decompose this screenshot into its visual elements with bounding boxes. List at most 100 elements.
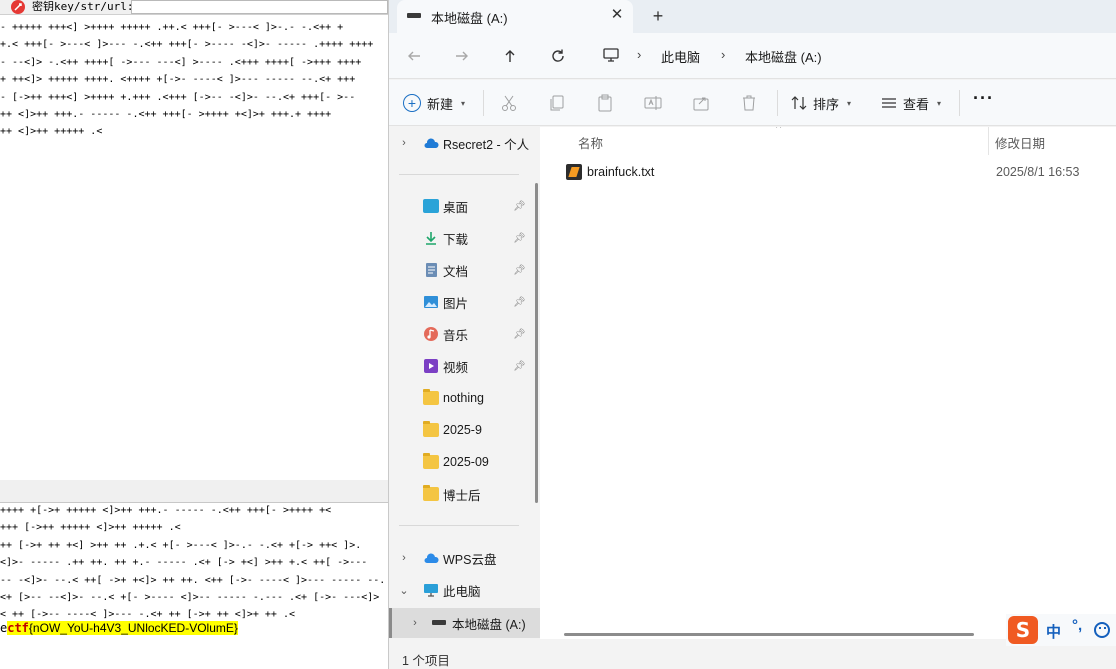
arrow-up-icon [505, 50, 515, 62]
nav-item-onedrive[interactable]: › Rsecret2 - 个人 [389, 129, 540, 157]
up-button[interactable] [497, 43, 523, 69]
sogou-logo-icon[interactable]: S [1008, 616, 1038, 644]
nav-item-label: 文档 [443, 264, 469, 279]
code-line: +.< +++[- >---< ]>--- -.<++ +++[- >---- … [0, 39, 374, 51]
file-date: 2025/8/1 16:53 [996, 165, 1080, 179]
drive-icon [407, 13, 421, 18]
pin-icon[interactable]: 📌︎ [513, 265, 526, 276]
code-output-top[interactable]: - +++++ +++<] >++++ +++++ .++.< +++[- >-… [0, 19, 388, 144]
refresh-button[interactable] [545, 43, 571, 69]
nav-item-videos[interactable]: 视频 📌︎ [389, 352, 540, 380]
nav-item-music[interactable]: 音乐 📌︎ [389, 320, 540, 348]
column-header-date[interactable]: 修改日期 [995, 133, 1045, 152]
nav-scrollbar[interactable] [535, 183, 538, 503]
nav-item-label: 此电脑 [443, 584, 481, 599]
pin-icon[interactable]: 📌︎ [513, 201, 526, 212]
nav-item-label: 图片 [443, 296, 469, 311]
rename-icon[interactable] [643, 93, 663, 113]
pin-icon[interactable]: 📌︎ [513, 297, 526, 308]
toolbar-divider [959, 90, 960, 116]
new-button[interactable]: + 新建 ▾ [403, 92, 465, 114]
arrow-left-icon [408, 51, 420, 61]
toolbar-divider [777, 90, 778, 116]
folder-icon [423, 389, 439, 405]
delete-icon[interactable] [739, 93, 759, 113]
chevron-down-icon: ▾ [937, 98, 942, 108]
paste-icon[interactable] [595, 93, 615, 113]
nav-item-2025-09[interactable]: 2025-09 [389, 448, 540, 476]
nav-item-this-pc[interactable]: ⌄ 此电脑 [389, 576, 540, 604]
nav-item-desktop[interactable]: 桌面 📌︎ [389, 192, 540, 220]
file-name: brainfuck.txt [587, 165, 655, 179]
nav-item-label: 桌面 [443, 200, 469, 215]
back-button[interactable] [401, 43, 427, 69]
emoji-icon[interactable] [1094, 622, 1110, 638]
tab-local-disk[interactable]: 本地磁盘 (A:) ✕ [397, 0, 633, 33]
computer-icon [424, 584, 438, 597]
code-line: ++ <]>++ +++.- ----- -.<++ +++[- >++++ +… [0, 108, 332, 120]
pin-icon[interactable]: 📌︎ [513, 233, 526, 244]
breadcrumb-chevron-icon[interactable]: › [637, 47, 641, 62]
nav-item-2025-9[interactable]: 2025-9 [389, 416, 540, 444]
address-bar[interactable]: › 此电脑 › 本地磁盘 (A:) [593, 39, 1113, 71]
code-line: ++++ +[->+ +++++ <]>++ +++.- ----- -.<++… [0, 505, 332, 516]
code-line: - --<]> -.<++ ++++[ ->--- ---<] >---- .<… [0, 56, 362, 68]
forward-button[interactable] [449, 43, 475, 69]
breadcrumb-this-pc[interactable]: 此电脑 [661, 47, 700, 66]
code-line: <+ [>-- --<]>- --.< +[- >---- <]>-- ----… [0, 591, 380, 603]
navigation-bar: › 此电脑 › 本地磁盘 (A:) [389, 33, 1116, 79]
chevron-right-icon[interactable]: › [399, 137, 409, 149]
breadcrumb-local-disk[interactable]: 本地磁盘 (A:) [745, 47, 822, 66]
code-line: +++ [->++ +++++ <]>++ +++++ .< [0, 522, 181, 534]
command-bar: + 新建 ▾ 排序 ▾ 查看 ▾ ··· [389, 80, 1116, 126]
view-button[interactable]: 查看 ▾ [881, 92, 941, 114]
nav-item-downloads[interactable]: 下载 📌︎ [389, 224, 540, 252]
column-divider[interactable] [988, 127, 989, 155]
code-line: - [->++ +++<] >++++ +.+++ .<+++ [->-- -<… [0, 91, 356, 103]
breadcrumb-chevron-icon[interactable]: › [721, 47, 725, 62]
music-icon [424, 327, 438, 341]
picture-icon [424, 296, 438, 308]
tab-close-button[interactable]: ✕ [607, 5, 627, 25]
more-options-button[interactable]: ··· [973, 88, 994, 109]
pane-divider[interactable] [0, 480, 388, 503]
nav-item-local-disk[interactable]: › 本地磁盘 (A:) [389, 608, 540, 638]
arrow-right-icon [456, 51, 468, 61]
cut-icon[interactable] [499, 93, 519, 113]
nav-item-postdoc[interactable]: 博士后 [389, 480, 540, 508]
ime-mode-toggle[interactable]: 中 [1046, 621, 1061, 642]
nav-item-label: WPS云盘 [443, 552, 497, 567]
computer-icon [603, 48, 619, 62]
chevron-right-icon[interactable]: › [410, 617, 420, 629]
key-input[interactable] [131, 0, 388, 14]
nav-item-wps-cloud[interactable]: › WPS云盘 [389, 544, 540, 572]
flag-output: ectf{nOW_YoU-h4V3_UNlocKED-VOlumE} [0, 620, 238, 637]
tab-title: 本地磁盘 (A:) [431, 11, 508, 26]
share-icon[interactable] [691, 93, 711, 113]
pin-icon[interactable]: 📌︎ [513, 329, 526, 340]
chevron-down-icon[interactable]: ⌄ [399, 584, 409, 597]
copy-icon[interactable] [547, 93, 567, 113]
view-icon [882, 98, 896, 108]
sort-button[interactable]: 排序 ▾ [791, 92, 851, 114]
nav-item-label: 2025-09 [443, 455, 489, 469]
pin-icon[interactable]: 📌︎ [513, 361, 526, 372]
code-line: ++ [->+ ++ +<] >++ ++ .+.< +[- >---< ]>-… [0, 539, 362, 551]
ime-toolbar[interactable]: S 中 °, [1006, 614, 1116, 646]
nav-item-pictures[interactable]: 图片 📌︎ [389, 288, 540, 316]
cloud-icon [424, 138, 439, 148]
code-line: -- -<]>- --.< ++[ ->+ +<]> ++ ++. <++ [-… [0, 574, 386, 586]
drive-icon [432, 620, 446, 625]
nav-item-documents[interactable]: 文档 📌︎ [389, 256, 540, 284]
nav-item-label: 音乐 [443, 328, 469, 343]
nav-item-nothing[interactable]: nothing [389, 384, 540, 412]
ime-punctuation-toggle[interactable]: °, [1072, 617, 1082, 634]
new-label: 新建 [427, 96, 454, 112]
chevron-right-icon[interactable]: › [399, 552, 409, 564]
nav-item-label: 2025-9 [443, 423, 482, 437]
horizontal-scrollbar[interactable] [564, 633, 974, 636]
column-header-name[interactable]: 名称 [578, 133, 603, 152]
file-row[interactable]: brainfuck.txt 2025/8/1 16:53 [558, 159, 1098, 185]
new-tab-button[interactable]: + [647, 5, 669, 27]
sort-label: 排序 [813, 96, 840, 112]
